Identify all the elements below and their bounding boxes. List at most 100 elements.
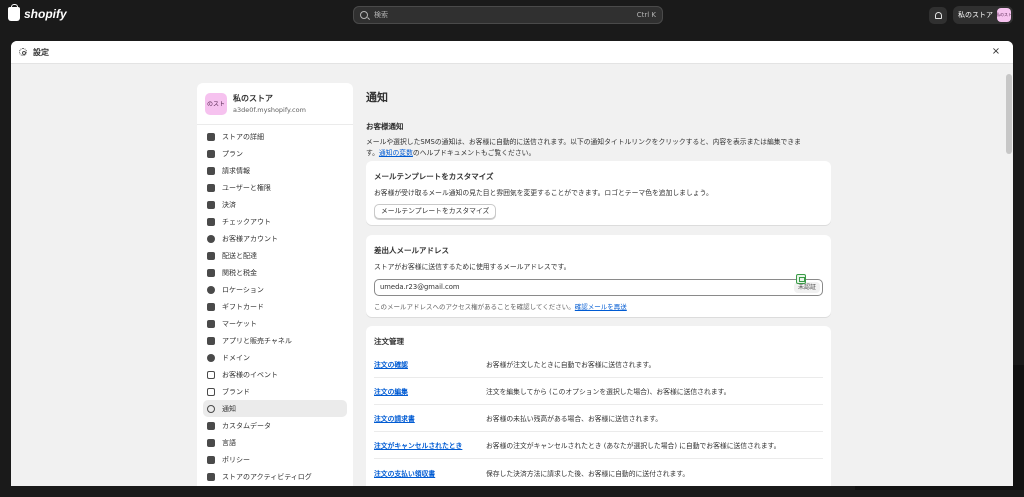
customize-template-button[interactable]: メールテンプレートをカスタマイズ: [374, 204, 497, 219]
order-notification-link[interactable]: 注文の編集: [374, 386, 486, 396]
customize-template-card: メールテンプレートをカスタマイズ お客様が受け取るメール通知の見た目と雰囲気を変…: [366, 161, 831, 225]
sidebar-item[interactable]: 決済: [203, 196, 347, 213]
sidebar-item[interactable]: お客様のイベント: [203, 366, 347, 383]
order-notification-row: 注文がキャンセルされたとき お客様の注文がキャンセルされたとき (あなたが選択した…: [374, 432, 823, 459]
market-icon: [207, 319, 215, 328]
sidebar-item[interactable]: プラン: [203, 145, 347, 162]
sidebar-item[interactable]: アプリと販売チャネル: [203, 332, 347, 349]
modal-title: 設定: [33, 47, 49, 57]
search-icon: [360, 11, 368, 19]
customer-notifications-title: お客様通知: [366, 122, 404, 131]
globe-icon: [207, 353, 215, 362]
order-notification-row: 注文の編集 注文を編集してから (このオプションを選択した場合)、お客様に送信され…: [374, 378, 823, 405]
sender-card-title: 差出人メールアドレス: [374, 246, 449, 255]
order-notification-description: 保存した決済方法に請求した後、お客様に自動的に送付されます。: [486, 469, 690, 478]
language-icon: [207, 438, 215, 447]
sidebar-item[interactable]: ユーザーと権限: [203, 179, 347, 196]
close-button[interactable]: ×: [990, 46, 1002, 58]
sender-email-card: 差出人メールアドレス ストアがお客様に送信するために使用するメールアドレスです。…: [366, 235, 831, 317]
settings-nav: ストアの詳細 プラン請求情報 ユーザーと権限 決済 チェックアウト お客様アカウント配送と…: [197, 125, 353, 485]
sidebar-item[interactable]: ブランド: [203, 383, 347, 400]
sidebar-item[interactable]: 配送と配達: [203, 247, 347, 264]
tax-icon: [207, 268, 215, 277]
list-icon: [207, 472, 215, 481]
gift-card-icon: [207, 302, 215, 311]
account-icon: [207, 234, 215, 243]
sidebar-item[interactable]: ギフトカード: [203, 298, 347, 315]
order-notification-description: お客様が注文したときに自動でお客様に送信されます。: [486, 361, 656, 369]
scrollbar-thumb[interactable]: [1006, 74, 1012, 154]
sender-email-input[interactable]: [380, 283, 760, 291]
sidebar-item-label: 言語: [222, 438, 236, 447]
sidebar-item[interactable]: ポリシー: [203, 451, 347, 468]
events-icon: [207, 370, 215, 379]
sidebar-item-label: 通知: [222, 404, 236, 413]
order-management-card: 注文管理 注文の確認 お客様が注文したときに自動でお客様に送信されます。 注文の編集…: [366, 326, 831, 486]
notifications-main: 通知 お客様通知 メールや選択したSMSの通知は、お客様に自動的に送信されます。…: [366, 83, 831, 486]
order-notification-link[interactable]: 注文の支払い領収書: [374, 468, 486, 478]
search-bar[interactable]: 検索 Ctrl K: [353, 6, 663, 24]
store-menu-name: 私のストア: [958, 11, 993, 19]
sidebar-item-label: アプリと販売チャネル: [222, 336, 292, 345]
sidebar-item-label: ギフトカード: [222, 302, 264, 311]
order-notification-link[interactable]: 注文がキャンセルされたとき: [374, 440, 486, 450]
users-icon: [207, 183, 215, 192]
sidebar-item-label: ブランド: [222, 387, 250, 396]
customer-notifications-description: メールや選択したSMSの通知は、お客様に自動的に送信されます。以下の通知タイトル…: [366, 137, 826, 159]
template-card-text: お客様が受け取るメール通知の見た目と雰囲気を変更することができます。ロゴとテーマ…: [374, 189, 713, 197]
data-icon: [207, 421, 215, 430]
shopify-bag-icon: [8, 4, 20, 21]
sidebar-item[interactable]: 通知: [203, 400, 347, 417]
sidebar-item[interactable]: お客様アカウント: [203, 230, 347, 247]
sidebar-item[interactable]: ストアの詳細: [203, 128, 347, 145]
sidebar-item[interactable]: マーケット: [203, 315, 347, 332]
sidebar-item-label: ポリシー: [222, 455, 250, 464]
apps-icon: [207, 336, 215, 345]
order-notification-description: お客様の未払い残高がある場合、お客様に送信されます。: [486, 415, 663, 423]
brand-icon: [207, 387, 215, 396]
store-avatar: のスト: [205, 92, 227, 115]
sidebar-item[interactable]: ストアのアクティビティログ: [203, 468, 347, 485]
sidebar-item-label: 配送と配達: [222, 251, 257, 260]
order-notification-row: 注文の請求書 お客様の未払い残高がある場合、お客様に送信されます。: [374, 405, 823, 432]
policy-icon: [207, 455, 215, 464]
desc-line-2-suffix: のヘルプドキュメントもご覧ください。: [412, 149, 536, 157]
settings-modal: 設定 × のスト 私のストア a3de0f.myshopify.com ストアの…: [11, 41, 1013, 486]
order-notification-link[interactable]: 注文の確認: [374, 359, 486, 369]
order-notification-link[interactable]: 注文の請求書: [374, 413, 486, 423]
extension-icon[interactable]: [796, 274, 806, 284]
payments-icon: [207, 200, 215, 209]
notifications-button[interactable]: [929, 7, 947, 24]
order-notification-row: 注文の支払い領収書 保存した決済方法に請求した後、お客様に自動的に送付されます。: [374, 459, 823, 486]
order-notification-description: お客様の注文がキャンセルされたとき (あなたが選択した場合) に自動でお客様に送…: [486, 442, 781, 450]
desc-line-2-prefix: す。: [366, 149, 379, 157]
sidebar-item-label: 関税と税金: [222, 268, 257, 277]
store-domain: a3de0f.myshopify.com: [233, 106, 306, 114]
logo-text: shopify: [24, 7, 67, 21]
sidebar-item-label: ストアの詳細: [222, 132, 264, 141]
notification-variables-link[interactable]: 通知の変数: [379, 149, 413, 157]
order-notification-description: 注文を編集してから (このオプションを選択した場合)、お客様に送信されます。: [486, 388, 731, 396]
sidebar-item[interactable]: ロケーション: [203, 281, 347, 298]
sidebar-item[interactable]: 請求情報: [203, 162, 347, 179]
store-name: 私のストア: [233, 94, 273, 103]
truck-icon: [207, 251, 215, 260]
top-bar: shopify 検索 Ctrl K 私のストア 私のスト: [0, 0, 1024, 30]
shopify-logo[interactable]: shopify: [8, 4, 67, 21]
store-header[interactable]: のスト 私のストア a3de0f.myshopify.com: [197, 83, 353, 125]
bell-icon: [207, 404, 215, 413]
sidebar-item[interactable]: カスタムデータ: [203, 417, 347, 434]
sidebar-item[interactable]: チェックアウト: [203, 213, 347, 230]
sender-email-field[interactable]: 未認証: [374, 279, 823, 296]
sidebar-item-label: プラン: [222, 149, 243, 158]
bell-icon: [934, 12, 942, 19]
gear-icon: [19, 48, 27, 56]
store-menu-button[interactable]: 私のストア 私のスト: [953, 6, 1013, 24]
scrollbar[interactable]: [1005, 64, 1013, 486]
resend-verification-link[interactable]: 確認メールを再送: [575, 303, 627, 311]
sidebar-item-label: ストアのアクティビティログ: [222, 472, 312, 481]
sidebar-item[interactable]: ドメイン: [203, 349, 347, 366]
sidebar-item[interactable]: 関税と税金: [203, 264, 347, 281]
template-card-title: メールテンプレートをカスタマイズ: [374, 172, 494, 181]
sidebar-item[interactable]: 言語: [203, 434, 347, 451]
